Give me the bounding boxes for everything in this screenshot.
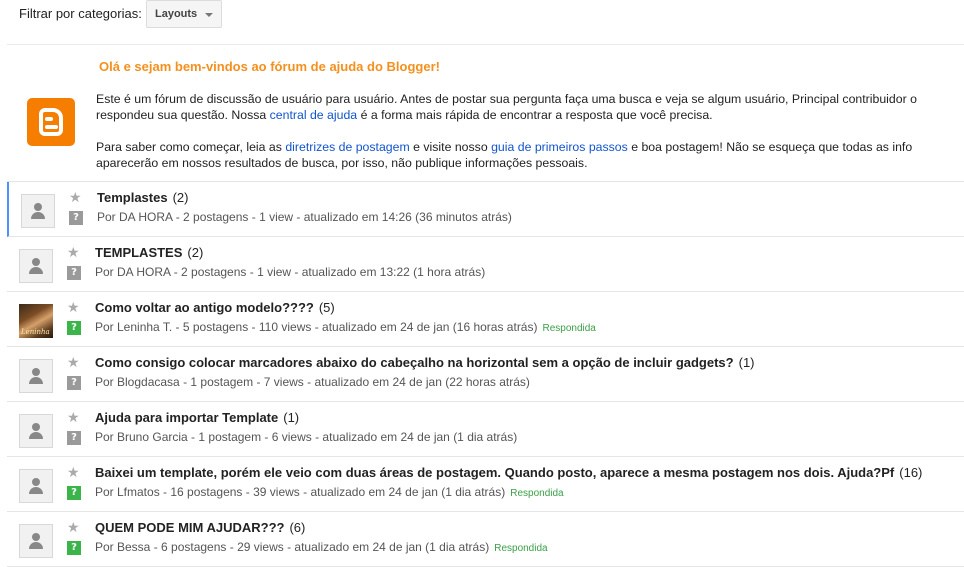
- avatar-photo-caption: Leninha: [21, 328, 50, 336]
- topic-author[interactable]: Por Bessa: [95, 540, 150, 554]
- answered-question-icon: ?: [67, 486, 81, 500]
- welcome-guidelines-paragraph: Para saber como começar, leia as diretri…: [96, 139, 964, 171]
- reply-count: (2): [172, 190, 189, 205]
- topic-stats: - 1 postagem - 6 views - atualizado em 2…: [187, 430, 518, 444]
- reply-count: (2): [187, 245, 204, 260]
- intro-line-2-start: respondeu sua questão. Nossa: [96, 108, 270, 122]
- topic-author[interactable]: Por Blogdacasa: [95, 375, 180, 389]
- topic-title[interactable]: Como voltar ao antigo modelo???? (5): [95, 300, 335, 315]
- reply-count: (6): [289, 520, 306, 535]
- topic-stats: - 5 postagens - 110 views - atualizado e…: [172, 320, 538, 334]
- answered-badge: Respondida: [510, 488, 564, 499]
- topic-author[interactable]: Por Lfmatos: [95, 485, 160, 499]
- topic-title[interactable]: Baixei um template, porém ele veio com d…: [95, 465, 922, 480]
- default-user-avatar-icon[interactable]: [19, 414, 53, 448]
- question-icon: ?: [69, 211, 83, 225]
- answered-question-icon: ?: [67, 541, 81, 555]
- topic-author[interactable]: Por Leninha T.: [95, 320, 172, 334]
- topic-author[interactable]: Por DA HORA: [97, 210, 172, 224]
- topic-row[interactable]: ★ ? Templastes (2) Por DA HORA - 2 postag…: [7, 182, 964, 237]
- topic-meta: Por DA HORA - 2 postagens - 1 view - atu…: [95, 265, 485, 279]
- answered-badge: Respondida: [542, 323, 596, 334]
- topic-meta: Por Bessa - 6 postagens - 29 views - atu…: [95, 540, 548, 554]
- topic-title[interactable]: Ajuda para importar Template (1): [95, 410, 299, 425]
- topic-row[interactable]: Leninha ★ ? Como voltar ao antigo modelo…: [7, 292, 964, 347]
- star-icon[interactable]: ★: [67, 300, 80, 314]
- topic-stats: - 2 postagens - 1 view - atualizado em 1…: [170, 265, 486, 279]
- topic-list: ★ ? Templastes (2) Por DA HORA - 2 postag…: [7, 182, 964, 567]
- blogger-logo-icon: [27, 98, 75, 146]
- star-icon[interactable]: ★: [67, 355, 80, 369]
- topic-author[interactable]: Por DA HORA: [95, 265, 170, 279]
- topic-meta: Por Leninha T. - 5 postagens - 110 views…: [95, 320, 596, 334]
- default-user-avatar-icon[interactable]: [19, 524, 53, 558]
- category-select-value: Layouts: [155, 8, 198, 20]
- topic-row[interactable]: ★ ? TEMPLASTES (2) Por DA HORA - 2 postag…: [7, 237, 964, 292]
- help-center-link[interactable]: central de ajuda: [270, 108, 358, 122]
- topic-row[interactable]: ★ ? Ajuda para importar Template (1) Por …: [7, 402, 964, 457]
- star-icon[interactable]: ★: [69, 190, 82, 204]
- topic-stats: - 2 postagens - 1 view - atualizado em 1…: [172, 210, 512, 224]
- topic-title-text: Como consigo colocar marcadores abaixo d…: [95, 355, 734, 370]
- reply-count: (1): [738, 355, 755, 370]
- answered-badge: Respondida: [494, 543, 548, 554]
- getting-started-guide-link[interactable]: guia de primeiros passos: [491, 140, 628, 154]
- topic-row[interactable]: ★ ? Como consigo colocar marcadores abai…: [7, 347, 964, 402]
- topic-title-text: Baixei um template, porém ele veio com d…: [95, 465, 895, 480]
- topic-title[interactable]: Templastes (2): [97, 190, 188, 205]
- star-icon[interactable]: ★: [67, 520, 80, 534]
- topic-meta: Por DA HORA - 2 postagens - 1 view - atu…: [97, 210, 512, 224]
- category-filter-bar: Filtrar por categorias: Layouts: [0, 0, 964, 36]
- star-icon[interactable]: ★: [67, 410, 80, 424]
- topic-title-text: Templastes: [97, 190, 168, 205]
- question-icon: ?: [67, 266, 81, 280]
- default-user-avatar-icon[interactable]: [21, 194, 55, 228]
- guidelines-text-mid: e visite nosso: [409, 140, 492, 154]
- intro-line-1: Este é um fórum de discussão de usuário …: [96, 92, 917, 106]
- guidelines-text-start: Para saber como começar, leia as: [96, 140, 286, 154]
- topic-title-text: Ajuda para importar Template: [95, 410, 279, 425]
- reply-count: (1): [283, 410, 300, 425]
- user-avatar[interactable]: Leninha: [19, 304, 53, 338]
- default-user-avatar-icon[interactable]: [19, 359, 53, 393]
- topic-title[interactable]: TEMPLASTES (2): [95, 245, 203, 260]
- topic-title[interactable]: Como consigo colocar marcadores abaixo d…: [95, 355, 755, 370]
- topic-stats: - 16 postagens - 39 views - atualizado e…: [159, 485, 506, 499]
- topic-stats: - 6 postagens - 29 views - atualizado em…: [150, 540, 490, 554]
- topic-meta: Por Bruno Garcia - 1 postagem - 6 views …: [95, 430, 517, 444]
- topic-title[interactable]: QUEM PODE MIM AJUDAR??? (6): [95, 520, 305, 535]
- default-user-avatar-icon[interactable]: [19, 249, 53, 283]
- chevron-down-icon: [205, 13, 213, 17]
- topic-stats: - 1 postagem - 7 views - atualizado em 2…: [179, 375, 530, 389]
- topic-author[interactable]: Por Bruno Garcia: [95, 430, 188, 444]
- intro-line-2-end: é a forma mais rápida de encontrar a res…: [357, 108, 713, 122]
- welcome-intro-paragraph: Este é um fórum de discussão de usuário …: [96, 91, 964, 123]
- posting-guidelines-link[interactable]: diretrizes de postagem: [285, 140, 409, 154]
- category-select[interactable]: Layouts: [146, 0, 222, 28]
- filter-label: Filtrar por categorias:: [19, 6, 142, 21]
- welcome-banner: Olá e sejam bem-vindos ao fórum de ajuda…: [7, 44, 964, 182]
- star-icon[interactable]: ★: [67, 465, 80, 479]
- guidelines-text-end: e boa postagem! Não se esqueça que todas…: [627, 140, 913, 154]
- reply-count: (5): [318, 300, 335, 315]
- question-icon: ?: [67, 376, 81, 390]
- reply-count: (16): [899, 465, 923, 480]
- topic-title-text: TEMPLASTES: [95, 245, 183, 260]
- answered-question-icon: ?: [67, 321, 81, 335]
- topic-row[interactable]: ★ ? Baixei um template, porém ele veio c…: [7, 457, 964, 512]
- topic-meta: Por Blogdacasa - 1 postagem - 7 views - …: [95, 375, 530, 389]
- topic-row[interactable]: ★ ? QUEM PODE MIM AJUDAR??? (6) Por Bessa…: [7, 512, 964, 567]
- topic-title-text: Como voltar ao antigo modelo????: [95, 300, 314, 315]
- welcome-title: Olá e sejam bem-vindos ao fórum de ajuda…: [99, 59, 440, 74]
- topic-title-text: QUEM PODE MIM AJUDAR???: [95, 520, 285, 535]
- star-icon[interactable]: ★: [67, 245, 80, 259]
- topic-meta: Por Lfmatos - 16 postagens - 39 views - …: [95, 485, 564, 499]
- question-icon: ?: [67, 431, 81, 445]
- default-user-avatar-icon[interactable]: [19, 469, 53, 503]
- guidelines-line-2: aparecerão em nossos resultados de busca…: [96, 156, 588, 170]
